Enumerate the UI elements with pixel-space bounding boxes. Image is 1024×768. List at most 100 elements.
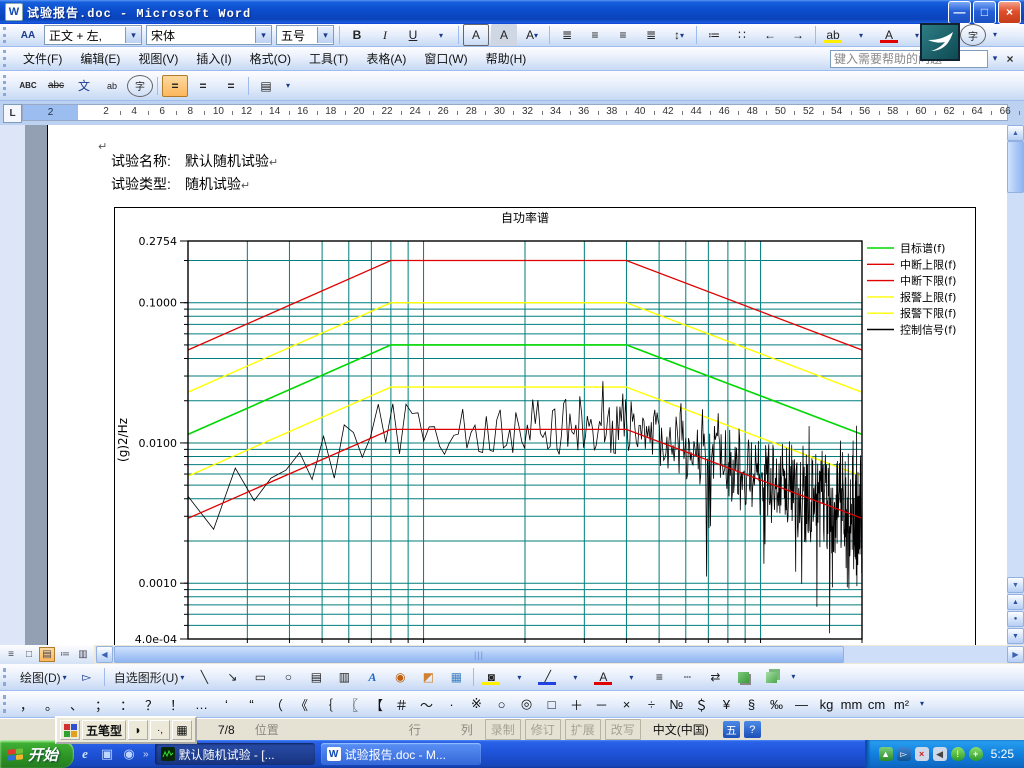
symbol-button-26[interactable]: №	[665, 694, 688, 714]
menu-I[interactable]: 插入(I)	[187, 46, 240, 71]
symbol-button-9[interactable]: “	[240, 694, 263, 714]
distribute-button[interactable]: ≣	[638, 24, 664, 46]
dash-style-button[interactable]: ┄	[674, 666, 700, 688]
scroll-right-button[interactable]: ▶	[1007, 646, 1024, 663]
menu-V[interactable]: 视图(V)	[129, 46, 187, 71]
font-color-dropdown-icon[interactable]: ▾	[618, 666, 644, 688]
select-objects-button[interactable]: ▻	[74, 666, 100, 688]
toolbar-options-icon[interactable]: ▾	[282, 84, 294, 88]
menu-T[interactable]: 工具(T)	[300, 46, 357, 71]
horizontal-ruler[interactable]: 2 24681012141618202224262830323436384042…	[22, 104, 1008, 121]
3d-style-button[interactable]	[758, 666, 784, 688]
grow-font-button[interactable]: A▾	[519, 24, 545, 46]
symbol-button-16[interactable]: ～	[415, 694, 438, 714]
minimize-button[interactable]: —	[948, 1, 971, 24]
ab-cd-button[interactable]: ab	[99, 75, 125, 97]
spelling-button[interactable]: ABC	[15, 75, 41, 97]
next-page-button[interactable]: ▼	[1007, 628, 1024, 644]
print-layout-button[interactable]: ▤	[39, 647, 55, 662]
bullets-button[interactable]: ∷	[729, 24, 755, 46]
horizontal-scroll-thumb[interactable]: |||	[114, 646, 844, 663]
overtype-mode[interactable]: 改写	[605, 719, 641, 740]
align-right-button[interactable]: ≡	[610, 24, 636, 46]
highlight-dropdown-icon[interactable]: ▾	[848, 24, 874, 46]
normal-view-button[interactable]: ≡	[3, 647, 19, 662]
styles-and-formatting-icon[interactable]: AA	[15, 24, 41, 46]
symbol-button-34[interactable]: cm	[865, 694, 888, 714]
chinese-translate-button[interactable]: 文	[71, 75, 97, 97]
shadow-style-button[interactable]	[730, 666, 756, 688]
italic-button[interactable]: I	[372, 24, 398, 46]
character-shading-button[interactable]: A	[491, 24, 517, 46]
symbol-button-15[interactable]: ＃	[390, 694, 413, 714]
clipart-button[interactable]: ◩	[415, 666, 441, 688]
record-mode[interactable]: 录制	[485, 719, 521, 740]
chevron-down-icon[interactable]: ▾	[255, 27, 271, 43]
symbol-button-7[interactable]: …	[190, 694, 213, 714]
ime-floating-bar[interactable]: 五笔型 ◗ ·, ▦	[55, 716, 197, 744]
toolbar-grip[interactable]	[3, 668, 11, 686]
symbol-button-21[interactable]: □	[540, 694, 563, 714]
quicklaunch-media-icon[interactable]: ◉	[120, 745, 138, 763]
toolbar-grip[interactable]	[3, 75, 11, 95]
quicklaunch-ie-icon[interactable]: e	[76, 745, 94, 763]
symbol-button-22[interactable]: ＋	[565, 694, 588, 714]
task-button-word-doc[interactable]: W 试验报告.doc - M...	[321, 743, 481, 765]
toolbar-options-icon[interactable]: ▾	[916, 702, 928, 706]
language-indicator[interactable]: 中文(中国)	[653, 721, 709, 738]
start-button[interactable]: 开始	[0, 740, 74, 768]
ime-logo-icon[interactable]	[60, 720, 80, 740]
quicklaunch-chevron-icon[interactable]: »	[143, 749, 149, 760]
double-spacing-button[interactable]: =	[218, 75, 244, 97]
autoshapes-menu-button[interactable]: 自选图形(U)▾	[109, 666, 190, 688]
line-spacing-button[interactable]: ↕▾	[666, 24, 692, 46]
diagram-button[interactable]: ◉	[387, 666, 413, 688]
fill-color-dropdown-icon[interactable]: ▾	[506, 666, 532, 688]
help-question-input[interactable]: 键入需要帮助的问题	[830, 50, 988, 68]
safely-remove-icon[interactable]: ▲	[879, 747, 893, 761]
insert-picture-button[interactable]: ▦	[443, 666, 469, 688]
close-button[interactable]: ×	[998, 1, 1021, 24]
menu-F[interactable]: 文件(F)	[14, 46, 71, 71]
character-border-button[interactable]: A	[463, 24, 489, 46]
font-color-button[interactable]: A	[590, 666, 616, 688]
textbox-tool-button[interactable]: ▤	[303, 666, 329, 688]
symbol-button-6[interactable]: ！	[165, 694, 188, 714]
toolbar-grip[interactable]	[3, 695, 11, 713]
help-status-icon[interactable]: ?	[744, 721, 761, 738]
justify-button[interactable]: ≣	[554, 24, 580, 46]
vertical-scrollbar[interactable]: ▲ ▼ ▲ ● ▼	[1007, 125, 1024, 645]
bold-button[interactable]: B	[344, 24, 370, 46]
menu-E[interactable]: 编辑(E)	[71, 46, 129, 71]
chevron-down-icon[interactable]: ▾	[317, 27, 333, 43]
size-combo[interactable]: 五号 ▾	[276, 25, 334, 45]
arrow-tool-button[interactable]: ↘	[219, 666, 245, 688]
arrow-style-button[interactable]: ⇄	[702, 666, 728, 688]
increase-indent-button[interactable]: →	[785, 24, 811, 46]
assistant-bird-icon[interactable]	[920, 23, 960, 61]
scroll-left-button[interactable]: ◀	[96, 646, 113, 663]
symbol-button-23[interactable]: －	[590, 694, 613, 714]
symbol-button-8[interactable]: ‘	[215, 694, 238, 714]
line-color-button[interactable]: ╱	[534, 666, 560, 688]
symbol-button-27[interactable]: ＄	[690, 694, 713, 714]
symbol-button-17[interactable]: ·	[440, 694, 463, 714]
wordart-button[interactable]: A	[359, 666, 385, 688]
tab-selector-button[interactable]: L	[3, 104, 22, 123]
fill-color-button[interactable]: ◙	[478, 666, 504, 688]
line-color-dropdown-icon[interactable]: ▾	[562, 666, 588, 688]
help-dropdown-icon[interactable]: ▾	[988, 53, 1002, 64]
center-button[interactable]: ≡	[582, 24, 608, 46]
menu-A[interactable]: 表格(A)	[357, 46, 415, 71]
vertical-textbox-tool-button[interactable]: ▥	[331, 666, 357, 688]
font-color-button[interactable]: A	[876, 24, 902, 46]
numbering-button[interactable]: ≔	[701, 24, 727, 46]
ime-softkeyboard-icon[interactable]: ▦	[172, 720, 192, 740]
psd-chart-object[interactable]: 0.27540.10000.01000.00104.0e-04自功率谱(g)2/…	[114, 207, 976, 645]
columns-button[interactable]: ▤	[253, 75, 279, 97]
ime-language-icon[interactable]: 五	[723, 721, 740, 738]
enclose-characters-button[interactable]: 字	[127, 75, 153, 97]
symbol-button-13[interactable]: 〖	[340, 694, 363, 714]
symbol-button-0[interactable]: ，	[15, 694, 38, 714]
underline-button[interactable]: U	[400, 24, 426, 46]
